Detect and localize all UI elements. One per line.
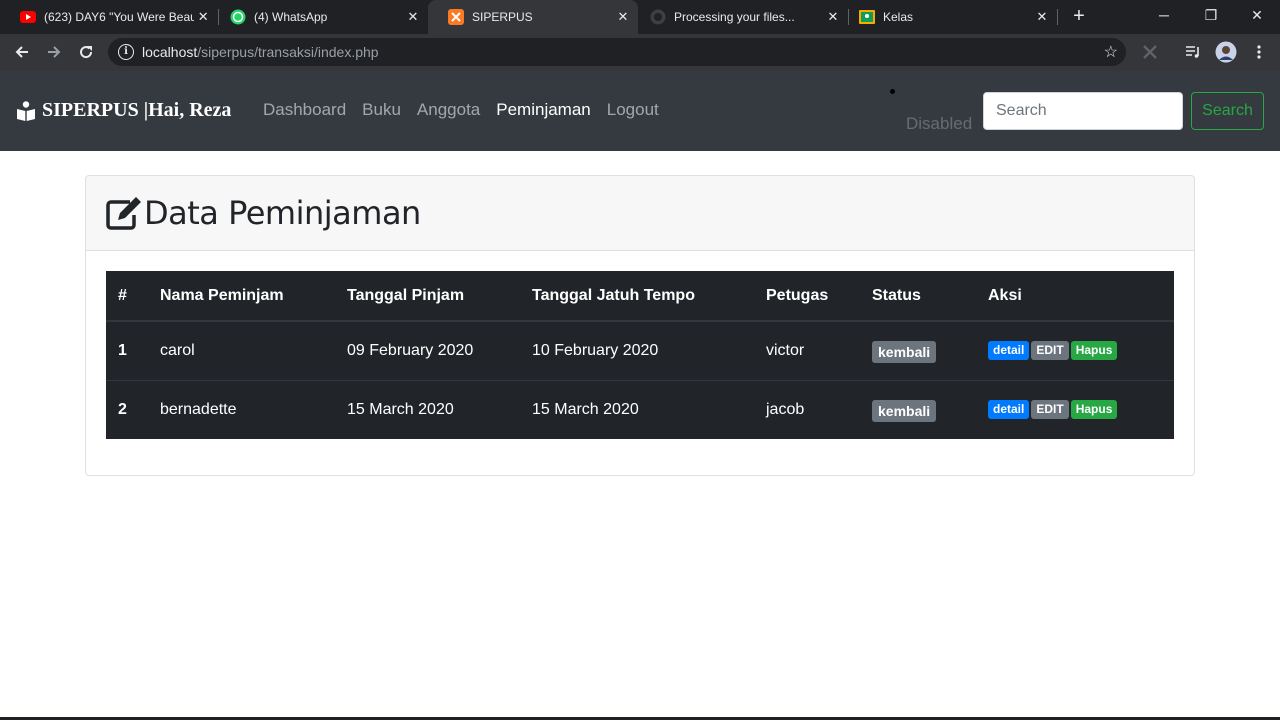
status-badge: kembali — [872, 400, 937, 423]
media-queue-icon[interactable] — [1182, 41, 1204, 63]
bullet-dot — [890, 89, 895, 94]
cell-nama-peminjam: carol — [148, 320, 335, 380]
edit-button[interactable]: EDIT — [1031, 400, 1069, 420]
browser-tab-active[interactable]: SIPERPUS ✕ — [428, 0, 638, 34]
peminjaman-card: Data Peminjaman # Nama Peminjam Tanggal … — [85, 175, 1195, 476]
nav-link-dashboard[interactable]: Dashboard — [263, 100, 346, 120]
back-arrow-icon[interactable] — [9, 39, 35, 65]
close-tab-icon[interactable]: ✕ — [1033, 9, 1051, 25]
search-button[interactable]: Search — [1191, 92, 1264, 130]
new-tab-button[interactable]: + — [1068, 5, 1090, 27]
brand-text: SIPERPUS |Hai, Reza — [42, 99, 232, 121]
detail-button[interactable]: detail — [988, 400, 1030, 420]
xampp-icon — [448, 9, 464, 25]
tab-title: SIPERPUS — [472, 10, 533, 24]
cell-tanggal-jatuh-tempo: 10 February 2020 — [520, 320, 754, 380]
edit-icon — [106, 197, 141, 230]
url-text: localhost/siperpus/transaksi/index.php — [142, 44, 379, 60]
cell-tanggal-pinjam: 09 February 2020 — [335, 320, 520, 380]
search-input[interactable] — [983, 92, 1183, 130]
github-icon — [650, 9, 666, 25]
row-number: 1 — [106, 320, 148, 380]
classroom-icon — [859, 9, 875, 25]
site-navbar: SIPERPUS |Hai, Reza Dashboard Buku Anggo… — [0, 71, 1280, 151]
tab-title: Processing your files... — [674, 10, 795, 24]
nav-link-logout[interactable]: Logout — [607, 100, 659, 120]
table-header-row: # Nama Peminjam Tanggal Pinjam Tanggal J… — [106, 271, 1174, 322]
youtube-icon — [20, 9, 36, 25]
browser-menu-icon[interactable] — [1248, 41, 1270, 63]
column-header: Aksi — [976, 271, 1174, 322]
disabled-nav-link: Disabled — [906, 114, 973, 133]
card-header: Data Peminjaman — [86, 176, 1194, 251]
nav-link-buku[interactable]: Buku — [362, 100, 401, 120]
bookmark-star-icon[interactable]: ☆ — [1104, 42, 1118, 62]
reader-icon — [17, 100, 35, 121]
status-badge: kembali — [872, 341, 937, 364]
tab-title: (4) WhatsApp — [254, 10, 328, 24]
cell-nama-peminjam: bernadette — [148, 379, 335, 439]
extension-x-icon[interactable] — [1139, 41, 1161, 63]
column-header: Tanggal Pinjam — [335, 271, 520, 322]
page-title: Data Peminjaman — [144, 194, 421, 232]
table-row: 1 carol 09 February 2020 10 February 202… — [106, 320, 1174, 380]
hapus-button[interactable]: Hapus — [1070, 400, 1118, 420]
browser-tab-strip: (623) DAY6 "You Were Beau ✕ (4) WhatsApp… — [0, 0, 1280, 34]
cell-status: kembali — [860, 320, 976, 380]
browser-toolbar: i localhost/siperpus/transaksi/index.php… — [0, 34, 1280, 71]
nav-link-anggota[interactable]: Anggota — [417, 100, 480, 120]
cell-aksi: detail EDIT Hapus — [976, 320, 1174, 380]
browser-tab[interactable]: (623) DAY6 "You Were Beau ✕ — [0, 0, 218, 34]
minimize-icon[interactable]: ─ — [1141, 0, 1187, 30]
cell-aksi: detail EDIT Hapus — [976, 379, 1174, 439]
peminjaman-table: # Nama Peminjam Tanggal Pinjam Tanggal J… — [106, 271, 1174, 439]
close-window-icon[interactable]: ✕ — [1234, 0, 1280, 30]
navbar-brand[interactable]: SIPERPUS |Hai, Reza — [16, 99, 231, 122]
tab-title: Kelas — [883, 10, 914, 24]
cell-tanggal-jatuh-tempo: 15 March 2020 — [520, 379, 754, 439]
browser-tab[interactable]: (4) WhatsApp ✕ — [210, 0, 428, 34]
site-info-icon[interactable]: i — [118, 44, 134, 60]
detail-button[interactable]: detail — [988, 341, 1030, 361]
column-header: # — [106, 271, 148, 322]
nav-links: Dashboard Buku Anggota Peminjaman Logout — [263, 100, 675, 120]
browser-tab[interactable]: Processing your files... ✕ — [630, 0, 848, 34]
restore-icon[interactable]: ❐ — [1188, 0, 1234, 30]
browser-tab[interactable]: Kelas ✕ — [839, 0, 1057, 34]
address-bar[interactable]: i localhost/siperpus/transaksi/index.php… — [108, 38, 1126, 66]
column-header: Tanggal Jatuh Tempo — [520, 271, 754, 322]
cell-status: kembali — [860, 379, 976, 439]
hapus-button[interactable]: Hapus — [1070, 341, 1118, 361]
row-number: 2 — [106, 379, 148, 439]
cell-tanggal-pinjam: 15 March 2020 — [335, 379, 520, 439]
reload-icon[interactable] — [73, 39, 99, 65]
column-header: Nama Peminjam — [148, 271, 335, 322]
cell-petugas: jacob — [754, 379, 860, 439]
column-header: Status — [860, 271, 976, 322]
profile-avatar[interactable] — [1215, 41, 1237, 63]
cell-petugas: victor — [754, 320, 860, 380]
forward-arrow-icon[interactable] — [41, 39, 67, 65]
tab-title: (623) DAY6 "You Were Beau — [44, 10, 195, 24]
whatsapp-icon — [230, 9, 246, 25]
close-tab-icon[interactable]: ✕ — [404, 9, 422, 25]
edit-button[interactable]: EDIT — [1031, 341, 1069, 361]
nav-link-peminjaman[interactable]: Peminjaman — [496, 100, 591, 120]
tab-separator — [1057, 9, 1058, 25]
column-header: Petugas — [754, 271, 860, 322]
table-row: 2 bernadette 15 March 2020 15 March 2020… — [106, 379, 1174, 439]
